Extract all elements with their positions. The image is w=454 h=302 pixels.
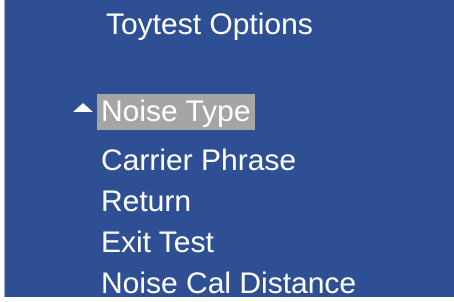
caret-up-icon: [73, 103, 93, 112]
screen-title: Toytest Options: [106, 8, 313, 41]
menu-item-noise-cal-distance[interactable]: Noise Cal Distance: [97, 266, 360, 302]
menu-item-noise-type[interactable]: Noise Type: [97, 94, 255, 130]
menu-item-carrier-phrase[interactable]: Carrier Phrase: [97, 143, 300, 179]
menu-item-return[interactable]: Return: [97, 184, 195, 220]
options-screen: Toytest Options Noise Type Carrier Phras…: [4, 0, 454, 300]
menu-item-exit-test[interactable]: Exit Test: [97, 225, 218, 261]
